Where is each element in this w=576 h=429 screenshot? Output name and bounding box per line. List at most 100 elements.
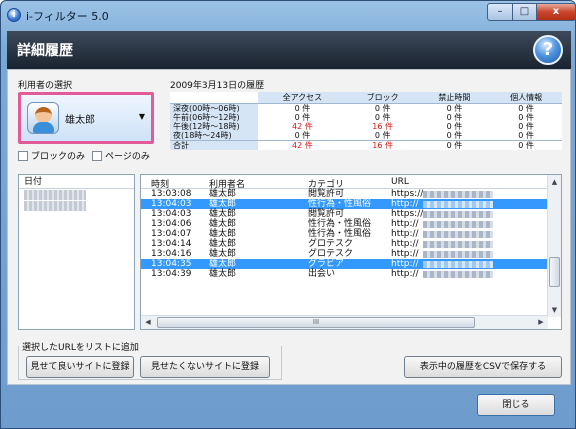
window-title: i-フィルター 5.0: [26, 10, 109, 23]
horizontal-scrollbar[interactable]: ◀ III ▶: [141, 315, 548, 329]
summary-row-label: 夜(18時～24時): [170, 131, 258, 141]
summary-col-all: 全アクセス: [258, 92, 347, 104]
log-time: 13:04:03: [151, 209, 192, 219]
summary-table: 全アクセス ブロック 禁止時間 個人情報 深夜(00時～06時) 0 件 0 件…: [170, 92, 562, 150]
log-header: 時刻 利用者名 カテゴリ URL: [141, 175, 561, 190]
redacted-url: [423, 201, 493, 208]
summary-row: 午前(06時～12時) 0 件 0 件 0 件 0 件: [170, 113, 562, 122]
summary-col-block: ブロック: [346, 92, 419, 104]
user-select-label: 利用者の選択: [18, 81, 73, 91]
help-icon[interactable]: ?: [533, 35, 563, 65]
redacted-url: [423, 231, 493, 238]
summary-cell: 0 件: [374, 113, 391, 122]
log-user: 雄太郎: [209, 209, 237, 219]
log-row[interactable]: 13:04:16 雄太郎 グロテスク http://: [141, 249, 561, 259]
app-window: i i-フィルター 5.0 – □ x 詳細履歴 ? 利用者の選択 雄太郎 ▼ …: [0, 0, 576, 429]
add-to-list-group-label: 選択したURLをリストに追加: [22, 343, 139, 353]
log-url: http://: [391, 219, 419, 229]
close-dialog-button[interactable]: 閉じる: [477, 394, 555, 416]
log-user: 雄太郎: [209, 189, 237, 199]
log-url: http://: [391, 229, 419, 239]
page-header: 詳細履歴 ?: [7, 31, 571, 69]
log-col-url[interactable]: URL: [391, 177, 409, 187]
date-list-item[interactable]: [24, 201, 86, 211]
close-window-button[interactable]: x: [536, 3, 576, 21]
log-row[interactable]: 13:04:06 雄太郎 性行為・性風俗 http://: [141, 219, 561, 229]
log-category: 性行為・性風俗: [308, 199, 372, 209]
summary-cell: 16 件: [372, 122, 394, 131]
history-log-list[interactable]: 時刻 利用者名 カテゴリ URL 13:03:08 雄太郎 閲覧許可 https://…: [140, 174, 562, 330]
log-category: 出会い: [308, 269, 336, 279]
log-user: 雄太郎: [209, 259, 237, 269]
log-user: 雄太郎: [209, 229, 237, 239]
summary-cell: 0 件: [518, 131, 534, 140]
log-url: http://: [391, 199, 419, 209]
log-row[interactable]: 13:04:35 雄太郎 グラビア http://: [141, 259, 561, 269]
save-csv-button[interactable]: 表示中の履歴をCSVで保存する: [404, 356, 562, 378]
redacted-url: [423, 271, 493, 278]
chevron-down-icon: ▼: [138, 112, 145, 121]
log-row[interactable]: 13:04:03 雄太郎 性行為・性風俗 http://: [141, 199, 561, 209]
page-only-checkbox[interactable]: ページのみ: [92, 149, 150, 162]
maximize-button[interactable]: □: [512, 3, 537, 21]
page-only-label: ページのみ: [105, 152, 150, 162]
log-user: 雄太郎: [209, 219, 237, 229]
log-row[interactable]: 13:04:39 雄太郎 出会い http://: [141, 269, 561, 279]
redacted-url: [423, 241, 493, 248]
summary-header-row: 全アクセス ブロック 禁止時間 個人情報: [170, 92, 562, 104]
log-time: 13:04:16: [151, 249, 192, 259]
log-row[interactable]: 13:04:07 雄太郎 性行為・性風俗 http://: [141, 229, 561, 239]
summary-title: 2009年3月13日の履歴: [170, 81, 265, 91]
scroll-left-icon[interactable]: ◀: [141, 316, 155, 329]
log-time: 13:04:39: [151, 269, 192, 279]
date-list-item[interactable]: [24, 190, 86, 200]
summary-cell: 0 件: [518, 122, 534, 131]
scroll-right-icon[interactable]: ▶: [534, 316, 548, 329]
register-allowed-site-button[interactable]: 見せて良いサイトに登録: [26, 356, 134, 378]
log-row[interactable]: 13:03:08 雄太郎 閲覧許可 https://: [141, 189, 561, 199]
summary-cell: 0 件: [518, 104, 534, 113]
selected-user-name: 雄太郎: [65, 115, 95, 126]
log-category: グロテスク: [308, 249, 354, 259]
summary-cell: 0 件: [446, 104, 463, 113]
summary-cell: 42 件: [258, 140, 347, 150]
date-list-header: 日付: [19, 175, 134, 189]
date-list[interactable]: 日付: [18, 174, 135, 330]
log-category: グロテスク: [308, 239, 354, 249]
scroll-down-icon[interactable]: ▼: [548, 303, 561, 317]
log-row[interactable]: 13:04:03 雄太郎 閲覧許可 https://: [141, 209, 561, 219]
vertical-scrollbar[interactable]: ▲ ▼: [547, 175, 561, 317]
scroll-thumb[interactable]: [549, 257, 560, 287]
minimize-button[interactable]: –: [487, 3, 513, 21]
scroll-thumb[interactable]: III: [157, 317, 475, 328]
checkbox-box[interactable]: [18, 150, 28, 161]
block-only-checkbox[interactable]: ブロックのみ: [18, 149, 85, 162]
summary-cell: 0 件: [374, 131, 391, 140]
log-url: http://: [391, 269, 419, 279]
summary-row: 深夜(00時～06時) 0 件 0 件 0 件 0 件: [170, 103, 562, 113]
log-url: https://: [391, 189, 424, 199]
log-user: 雄太郎: [209, 269, 237, 279]
summary-col-forbidden: 禁止時間: [418, 92, 491, 104]
summary-cell: 0 件: [418, 140, 491, 150]
user-select-dropdown[interactable]: 雄太郎 ▼: [18, 92, 154, 144]
redacted-url: [423, 211, 493, 218]
register-blocked-site-button[interactable]: 見せたくないサイトに登録: [140, 356, 270, 378]
log-time: 13:04:14: [151, 239, 192, 249]
redacted-url: [423, 251, 493, 258]
summary-row: 午後(12時～18時) 42 件 16 件 0 件 0 件: [170, 122, 562, 131]
page-title: 詳細履歴: [17, 43, 73, 59]
summary-cell: 0 件: [446, 122, 463, 131]
summary-cell: 0 件: [294, 113, 311, 122]
log-time: 13:03:08: [151, 189, 192, 199]
scroll-up-icon[interactable]: ▲: [548, 175, 561, 189]
summary-row-label: 深夜(00時～06時): [170, 103, 258, 113]
summary-cell: 0 件: [446, 113, 463, 122]
checkbox-box[interactable]: [92, 150, 102, 161]
redacted-url: [423, 191, 493, 198]
summary-corner: [170, 92, 258, 104]
log-row[interactable]: 13:04:14 雄太郎 グロテスク http://: [141, 239, 561, 249]
log-user: 雄太郎: [209, 239, 237, 249]
summary-total-row: 合計 42 件 16 件 0 件 0 件: [170, 140, 562, 150]
log-category: 性行為・性風俗: [308, 219, 372, 229]
